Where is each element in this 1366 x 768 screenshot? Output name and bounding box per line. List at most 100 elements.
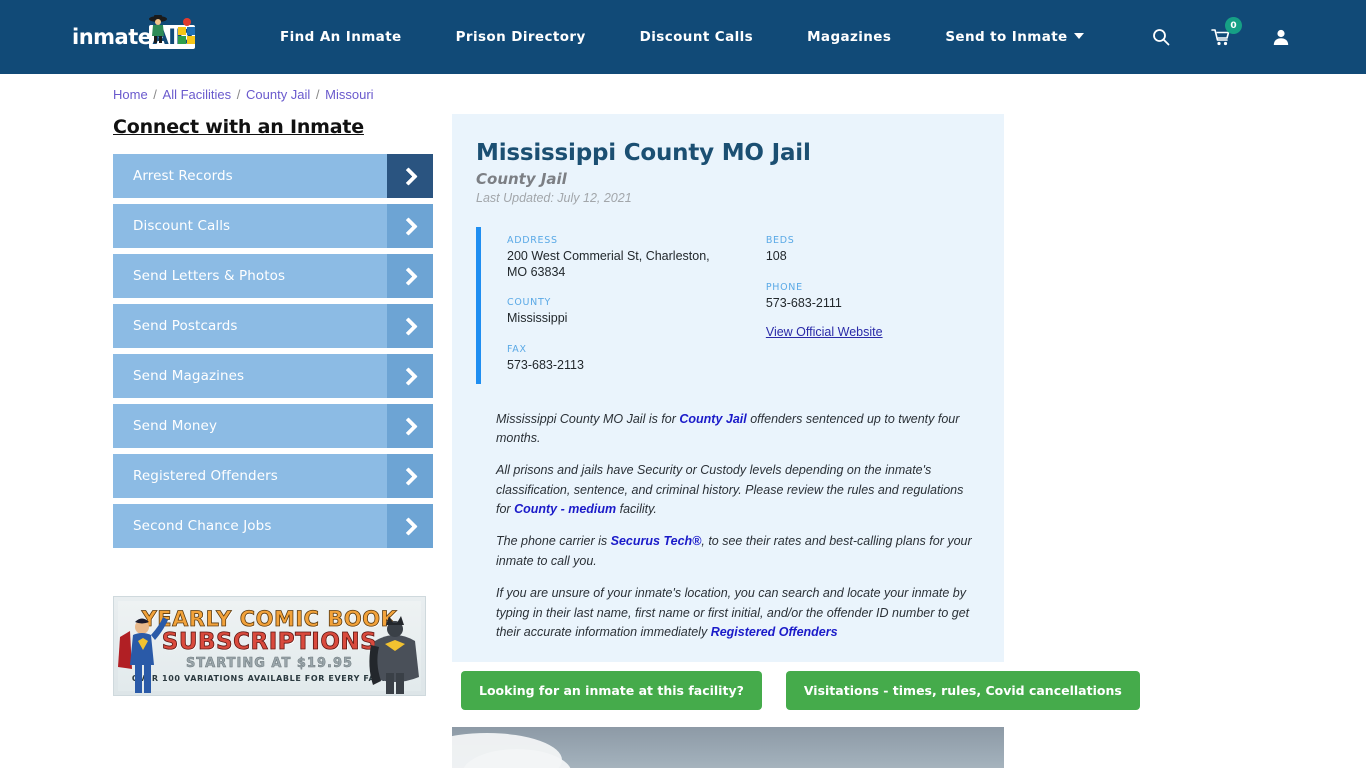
sidebar-item-label: Send Letters & Photos xyxy=(133,268,286,284)
nav-item-find-an-inmate[interactable]: Find An Inmate xyxy=(280,19,402,55)
sidebar-item-label: Arrest Records xyxy=(133,168,233,184)
registered-offenders-link[interactable]: Registered Offenders xyxy=(711,625,838,639)
breadcrumb-item-home[interactable]: Home xyxy=(113,87,148,102)
facility-info-right-column: BEDS 108 PHONE 573-683-2111 View Officia… xyxy=(766,235,980,374)
comic-book-ad-banner[interactable]: YEARLY COMIC BOOK SUBSCRIPTIONS STARTING… xyxy=(113,596,426,696)
sidebar-item-label: Send Postcards xyxy=(133,318,238,334)
site-logo[interactable]: inmateAID xyxy=(72,12,202,62)
logo-word: inmate xyxy=(72,25,152,49)
info-group-county: COUNTY Mississippi xyxy=(507,297,766,327)
description-paragraph-1: Mississippi County MO Jail is for County… xyxy=(496,410,980,449)
logo-mascot-icon xyxy=(149,15,167,43)
ad-line-3: STARTING AT $19.95 xyxy=(185,656,354,672)
batman-figure-icon xyxy=(369,616,419,694)
sidebar-item-arrest-records[interactable]: Arrest Records xyxy=(113,154,433,198)
info-group-phone: PHONE 573-683-2111 View Official Website xyxy=(766,282,980,340)
facility-photo xyxy=(452,727,1004,768)
last-updated-text: Last Updated: July 12, 2021 xyxy=(476,191,632,205)
county-medium-link[interactable]: County - medium xyxy=(514,502,616,516)
user-icon[interactable] xyxy=(1270,25,1292,49)
fax-label: FAX xyxy=(507,343,527,355)
sidebar-item-send-magazines[interactable]: Send Magazines xyxy=(113,354,433,398)
facility-info-block: ADDRESS 200 West Commerial St, Charlesto… xyxy=(476,227,980,384)
breadcrumb-item-county-jail[interactable]: County Jail xyxy=(246,87,310,102)
breadcrumb: Home / All Facilities / County Jail / Mi… xyxy=(0,74,1366,102)
beds-value: 108 xyxy=(765,249,787,263)
chevron-down-icon xyxy=(1073,33,1084,39)
nav-item-send-to-inmate[interactable]: Send to Inmate xyxy=(945,19,1084,55)
phone-value: 573-683-2111 xyxy=(765,295,842,310)
fax-value: 573-683-2113 xyxy=(507,357,584,372)
ad-line-1: YEARLY COMIC BOOK xyxy=(141,606,398,631)
find-inmate-button[interactable]: Looking for an inmate at this facility? xyxy=(461,671,762,711)
info-group-beds: BEDS 108 xyxy=(766,235,980,265)
chevron-right-icon xyxy=(387,254,433,298)
description-paragraph-2: All prisons and jails have Security or C… xyxy=(496,461,980,519)
breadcrumb-item-missouri[interactable]: Missouri xyxy=(325,87,373,102)
sidebar-item-label: Discount Calls xyxy=(133,218,231,234)
nav-label: Find An Inmate xyxy=(280,29,402,45)
page-body: Connect with an Inmate Arrest Records Di… xyxy=(0,102,1366,768)
logo-blocks-icon xyxy=(178,18,195,44)
ad-line-2: SUBSCRIPTIONS xyxy=(161,628,378,655)
chevron-right-icon xyxy=(387,504,433,548)
nav-label: Discount Calls xyxy=(639,29,754,45)
desc-text: Mississippi County MO Jail is for xyxy=(496,411,680,426)
breadcrumb-item-all-facilities[interactable]: All Facilities xyxy=(163,87,232,102)
chevron-right-icon xyxy=(387,304,433,348)
sidebar-item-label: Send Money xyxy=(133,418,218,434)
sidebar-item-send-money[interactable]: Send Money xyxy=(113,404,433,448)
sidebar-title: Connect with an Inmate xyxy=(113,116,364,138)
cart-icon[interactable]: 0 xyxy=(1210,17,1242,49)
description-paragraph-3: The phone carrier is Securus Tech®, to s… xyxy=(496,532,980,571)
nav-label: Send to Inmate xyxy=(945,29,1068,45)
sidebar: Connect with an Inmate Arrest Records Di… xyxy=(113,102,433,768)
info-group-fax: FAX 573-683-2113 xyxy=(507,344,766,374)
main-navigation: Find An Inmate Prison Directory Discount… xyxy=(280,19,1084,55)
chevron-right-icon xyxy=(387,354,433,398)
sidebar-item-label: Send Magazines xyxy=(133,368,245,384)
sidebar-item-discount-calls[interactable]: Discount Calls xyxy=(113,204,433,248)
sidebar-item-label: Second Chance Jobs xyxy=(133,518,272,534)
chevron-right-icon xyxy=(387,154,433,198)
nav-label: Magazines xyxy=(807,29,892,45)
chevron-right-icon xyxy=(387,204,433,248)
facility-description: Mississippi County MO Jail is for County… xyxy=(476,410,980,643)
nav-item-magazines[interactable]: Magazines xyxy=(807,19,891,55)
header-icon-group: 0 xyxy=(1150,17,1302,49)
visitations-button[interactable]: Visitations - times, rules, Covid cancel… xyxy=(785,671,1140,711)
chevron-right-icon xyxy=(387,454,433,498)
chevron-right-icon xyxy=(387,404,433,448)
sidebar-item-second-chance-jobs[interactable]: Second Chance Jobs xyxy=(113,504,433,548)
sidebar-item-send-letters-photos[interactable]: Send Letters & Photos xyxy=(113,254,433,298)
superman-figure-icon xyxy=(118,617,168,693)
page-title: Mississippi County MO Jail xyxy=(476,140,811,166)
address-label: ADDRESS xyxy=(507,235,558,246)
search-icon[interactable] xyxy=(1150,25,1172,49)
county-jail-link[interactable]: County Jail xyxy=(679,412,746,426)
nav-item-prison-directory[interactable]: Prison Directory xyxy=(456,19,586,55)
beds-label: BEDS xyxy=(765,235,795,246)
info-group-address: ADDRESS 200 West Commerial St, Charlesto… xyxy=(507,235,766,280)
facility-card: Mississippi County MO Jail County Jail L… xyxy=(452,114,1004,663)
breadcrumb-separator: / xyxy=(149,87,161,102)
facility-type: County Jail xyxy=(476,170,567,188)
nav-item-discount-calls[interactable]: Discount Calls xyxy=(640,19,753,55)
sidebar-item-registered-offenders[interactable]: Registered Offenders xyxy=(113,454,433,498)
description-paragraph-4: If you are unsure of your inmate's locat… xyxy=(496,584,980,642)
county-value: Mississippi xyxy=(507,311,568,326)
phone-label: PHONE xyxy=(765,281,803,293)
desc-text: The phone carrier is xyxy=(496,534,611,549)
facility-info-left-column: ADDRESS 200 West Commerial St, Charlesto… xyxy=(507,235,766,374)
county-label: COUNTY xyxy=(507,297,551,309)
address-value: 200 West Commerial St, Charleston, MO 63… xyxy=(507,249,710,279)
securus-tech-link[interactable]: Securus Tech® xyxy=(611,534,702,548)
sidebar-item-send-postcards[interactable]: Send Postcards xyxy=(113,304,433,348)
cart-count-badge: 0 xyxy=(1225,17,1242,34)
view-official-website-link[interactable]: View Official Website xyxy=(766,325,883,339)
desc-text: facility. xyxy=(616,502,657,516)
nav-label: Prison Directory xyxy=(455,29,586,45)
site-header: inmateAID Find An Inmate Prison Director… xyxy=(0,0,1366,74)
main-content: Mississippi County MO Jail County Jail L… xyxy=(433,102,1366,768)
breadcrumb-separator: / xyxy=(312,87,324,102)
